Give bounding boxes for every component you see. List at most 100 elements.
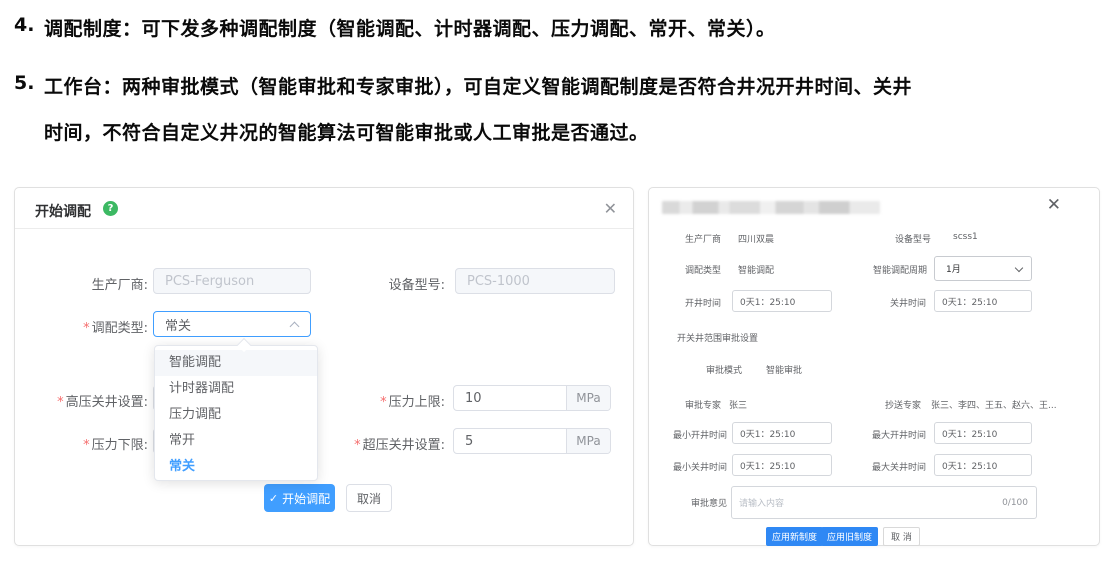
max-close-time-input[interactable]: 0天1：25:10 — [934, 454, 1032, 476]
type-select-value: 常关 — [154, 315, 191, 334]
type-select[interactable]: 常关 — [153, 311, 311, 337]
required-mark: * — [83, 321, 90, 336]
open-time-label: 开井时间 — [649, 296, 721, 309]
help-icon[interactable]: ? — [103, 201, 118, 216]
approval-opinion-textarea[interactable]: 请输入内容 0/100 — [731, 486, 1037, 519]
dropdown-option-always-closed[interactable]: 常关 — [155, 454, 317, 480]
cc-expert-label: 抄送专家 — [864, 398, 921, 411]
approval-mode-label: 审批模式 — [706, 363, 742, 376]
dropdown-option-timer[interactable]: 计时器调配 — [155, 376, 317, 402]
open-time-value: 0天1：25:10 — [733, 295, 795, 308]
section-title: 开关井范围审批设置 — [677, 331, 758, 344]
max-open-time-input[interactable]: 0天1：25:10 — [934, 422, 1032, 444]
min-close-time-label: 最小关井时间 — [649, 460, 727, 473]
redacted-title — [662, 201, 880, 214]
pressure-upper-unit: MPa — [566, 386, 610, 410]
approval-expert-value: 张三 — [729, 398, 747, 411]
check-icon: ✓ — [269, 492, 278, 505]
close-time-input[interactable]: 0天1：25:10 — [934, 290, 1032, 312]
doc-item5-number: 5. — [14, 72, 34, 94]
pressure-lower-label-text: 压力下限: — [92, 438, 148, 453]
manufacturer-label: 生产厂商 — [649, 232, 721, 245]
max-close-time-label: 最大关井时间 — [825, 460, 926, 473]
required-mark: * — [83, 438, 90, 453]
hp-shutin-label-text: 高压关井设置: — [66, 395, 148, 410]
max-close-time-value: 0天1：25:10 — [935, 459, 997, 472]
min-open-time-input[interactable]: 0天1：25:10 — [732, 422, 832, 444]
smart-cycle-label: 智能调配周期 — [825, 263, 927, 276]
approval-opinion-placeholder: 请输入内容 — [732, 496, 784, 509]
doc-item4-number: 4. — [14, 14, 34, 36]
smart-cycle-value: 1月 — [935, 262, 961, 275]
model-placeholder: PCS-1000 — [456, 274, 530, 289]
chevron-up-icon — [290, 322, 300, 332]
approval-dialog: ✕ 生产厂商 四川双晨 设备型号 scss1 调配类型 智能调配 智能调配周期 … — [648, 187, 1100, 546]
close-icon[interactable]: ✕ — [604, 201, 617, 217]
approval-opinion-label: 审批意见 — [649, 496, 727, 509]
cancel-button[interactable]: 取消 — [346, 484, 392, 512]
apply-old-policy-button[interactable]: 应用旧制度 — [821, 527, 878, 546]
dropdown-option-smart[interactable]: 智能调配 — [155, 350, 317, 376]
chevron-down-icon — [1015, 264, 1023, 272]
cancel-button-label: 取消 — [357, 490, 381, 507]
confirm-button[interactable]: ✓ 开始调配 — [264, 484, 335, 512]
overpressure-value: 5 — [454, 434, 473, 449]
start-dispatch-dialog: 开始调配 ? ✕ 生产厂商: PCS-Ferguson 设备型号: PCS-10… — [14, 187, 634, 546]
max-open-time-label: 最大开井时间 — [825, 428, 926, 441]
dispatch-type-label: 调配类型 — [649, 263, 721, 276]
pressure-upper-input[interactable]: 10 MPa — [453, 385, 611, 411]
apply-old-policy-label: 应用旧制度 — [827, 530, 872, 543]
overpressure-input[interactable]: 5 MPa — [453, 428, 611, 454]
type-dropdown: 智能调配 计时器调配 压力调配 常开 常关 — [154, 345, 318, 481]
page: 4. 调配制度：可下发多种调配制度（智能调配、计时器调配、压力调配、常开、常关）… — [0, 0, 1102, 562]
model-label: 设备型号: — [313, 274, 445, 293]
open-time-input[interactable]: 0天1：25:10 — [732, 290, 832, 312]
doc-item5-text-line2: 时间，不符合自定义井况的智能算法可智能审批或人工审批是否通过。 — [44, 118, 649, 145]
close-icon[interactable]: ✕ — [1047, 197, 1061, 214]
type-label: *调配类型: — [15, 317, 148, 336]
apply-new-policy-label: 应用新制度 — [772, 530, 817, 543]
required-mark: * — [354, 438, 361, 453]
pressure-lower-label: *压力下限: — [15, 434, 148, 453]
approval-mode-value: 智能审批 — [766, 363, 802, 376]
hp-shutin-label: *高压关井设置: — [15, 391, 148, 410]
max-open-time-value: 0天1：25:10 — [935, 427, 997, 440]
smart-cycle-select[interactable]: 1月 — [934, 256, 1032, 281]
min-close-time-value: 0天1：25:10 — [733, 459, 795, 472]
required-mark: * — [380, 395, 387, 410]
manufacturer-placeholder: PCS-Ferguson — [154, 274, 254, 289]
pressure-upper-value: 10 — [454, 391, 482, 406]
doc-item5-text-line1: 工作台：两种审批模式（智能审批和专家审批），可自定义智能调配制度是否符合井况开井… — [44, 72, 912, 99]
close-time-value: 0天1：25:10 — [935, 295, 997, 308]
model-input[interactable]: PCS-1000 — [455, 268, 615, 294]
type-label-text: 调配类型: — [92, 321, 148, 336]
model-value: scss1 — [953, 232, 978, 242]
manufacturer-label: 生产厂商: — [15, 274, 148, 293]
close-time-label: 关井时间 — [829, 296, 926, 309]
apply-new-policy-button[interactable]: 应用新制度 — [766, 527, 823, 546]
dialog-header: 开始调配 ? ✕ — [15, 188, 633, 229]
manufacturer-value: 四川双晨 — [738, 232, 774, 245]
cancel-button[interactable]: 取 消 — [883, 527, 920, 546]
required-mark: * — [57, 395, 64, 410]
cancel-button-label: 取 消 — [891, 530, 912, 543]
dialog-title: 开始调配 — [35, 201, 91, 221]
min-open-time-value: 0天1：25:10 — [733, 427, 795, 440]
char-counter: 0/100 — [1002, 498, 1036, 508]
approval-expert-label: 审批专家 — [649, 398, 721, 411]
doc-item4-text: 调配制度：可下发多种调配制度（智能调配、计时器调配、压力调配、常开、常关）。 — [44, 14, 776, 41]
confirm-button-label: 开始调配 — [282, 490, 330, 507]
overpressure-label: *超压关井设置: — [312, 434, 445, 453]
pressure-upper-label: *压力上限: — [312, 391, 445, 410]
overpressure-label-text: 超压关井设置: — [363, 438, 445, 453]
dropdown-option-always-open[interactable]: 常开 — [155, 428, 317, 454]
dispatch-type-value: 智能调配 — [738, 263, 774, 276]
dropdown-option-pressure[interactable]: 压力调配 — [155, 402, 317, 428]
pressure-upper-label-text: 压力上限: — [389, 395, 445, 410]
model-label: 设备型号 — [829, 232, 931, 245]
min-open-time-label: 最小开井时间 — [649, 428, 727, 441]
overpressure-unit: MPa — [566, 429, 610, 453]
manufacturer-input[interactable]: PCS-Ferguson — [153, 268, 311, 294]
min-close-time-input[interactable]: 0天1：25:10 — [732, 454, 832, 476]
cc-expert-value: 张三、李四、王五、赵六、王... — [931, 398, 1057, 411]
